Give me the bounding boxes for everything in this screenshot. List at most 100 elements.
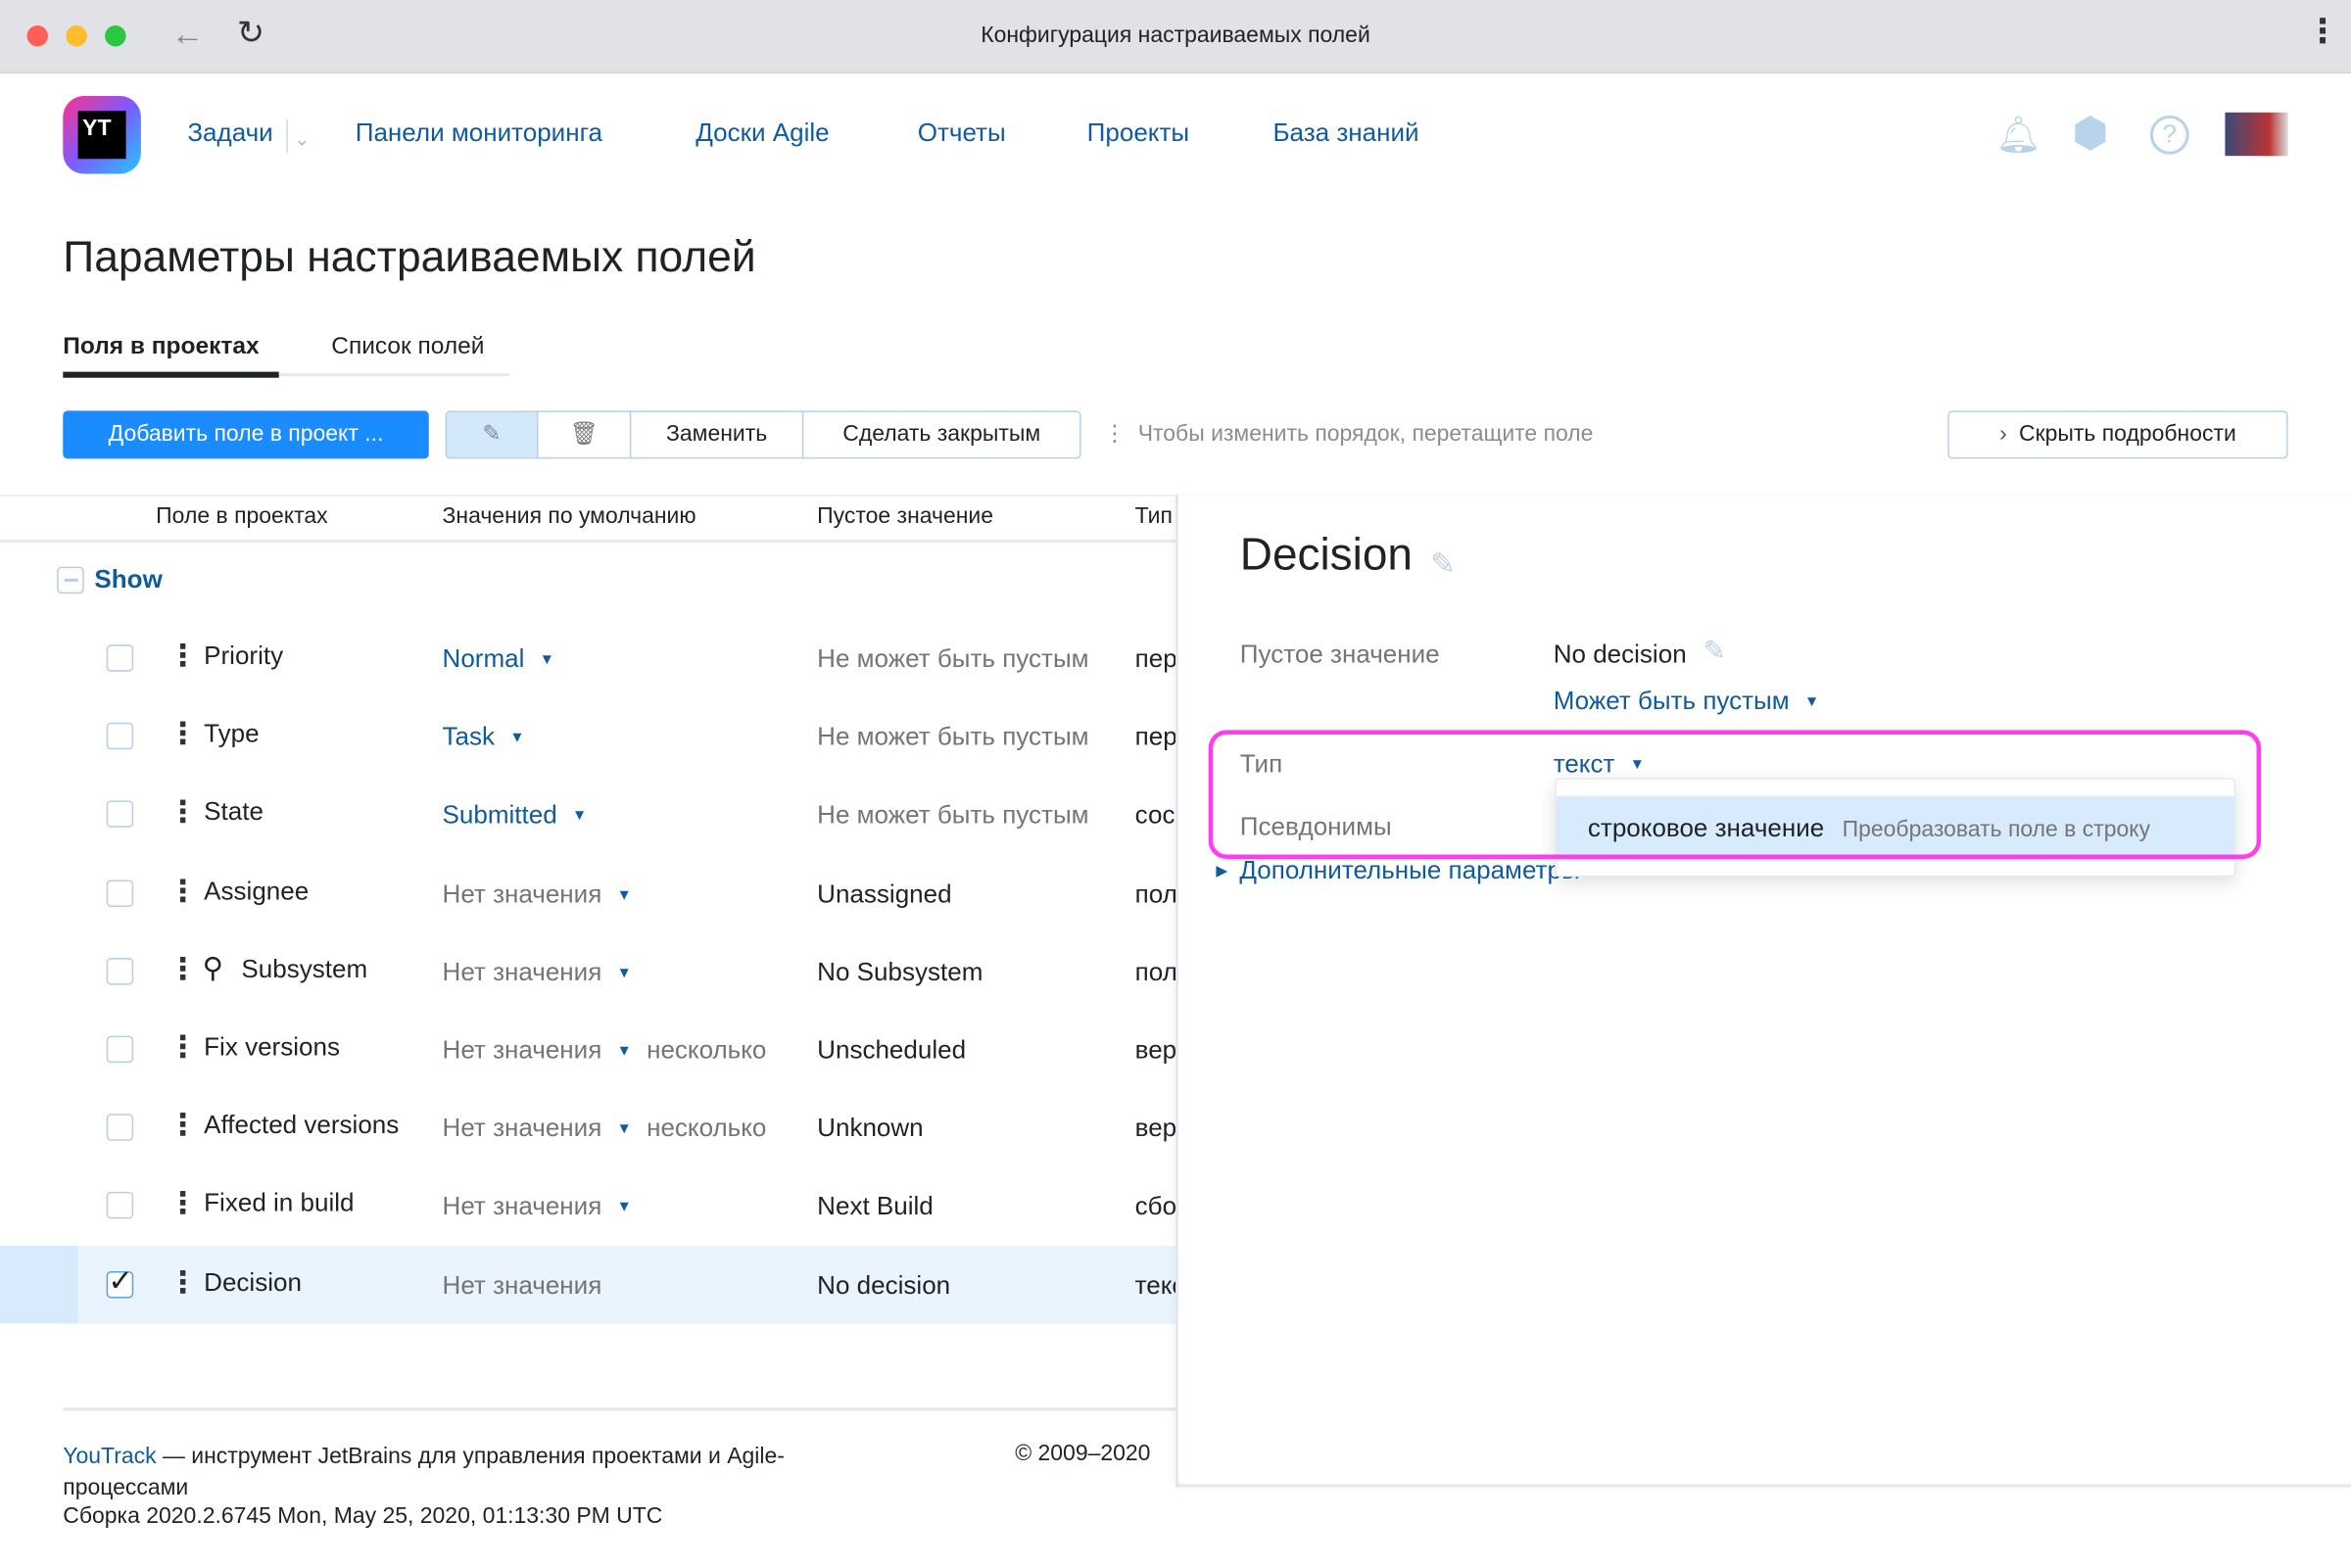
empty-value-label: Пустое значение — [1239, 640, 1440, 669]
youtrack-link[interactable]: YouTrack — [63, 1444, 156, 1469]
drag-handle-icon[interactable]: ⋮ — [168, 798, 198, 829]
nav-knowledge-base[interactable]: База знаний — [1272, 119, 1418, 149]
default-value-dropdown[interactable]: Нет значения ▼ — [443, 879, 632, 910]
add-field-button[interactable]: Добавить поле в проект ... — [63, 410, 429, 459]
field-name[interactable]: Fix versions — [204, 1033, 340, 1064]
default-value-dropdown[interactable]: Нет значения ▼ — [443, 958, 632, 988]
table-row[interactable]: ⋮Priority Normal ▼ Не может быть пустым пере… — [0, 619, 1177, 697]
field-name[interactable]: Priority — [204, 641, 283, 672]
field-type: пользователь — [1134, 957, 1177, 986]
table-row[interactable]: ⋮ Fixed in build Нет значения ▼ Next Build сб… — [0, 1166, 1177, 1245]
col-header-default[interactable]: Значения по умолчанию — [443, 503, 696, 529]
drag-handle-icon[interactable]: ⋮ — [168, 1189, 198, 1219]
multi-value-label: несколько — [647, 1114, 767, 1143]
gear-icon[interactable]: ⬢ — [2072, 108, 2108, 158]
youtrack-logo[interactable]: YT — [63, 95, 141, 174]
help-icon[interactable]: ? — [2149, 115, 2189, 155]
edit-title-pencil-icon[interactable]: ✎ — [1430, 546, 1456, 583]
drag-handle-icon[interactable]: ⋮ — [168, 1267, 198, 1298]
advanced-settings-toggle[interactable]: ▶ Дополнительные параметры — [1216, 856, 1579, 886]
caret-down-icon: ▼ — [616, 886, 632, 904]
col-header-type[interactable]: Тип — [1135, 503, 1177, 529]
hide-details-button[interactable]: › Скрыть подробности — [1947, 410, 2288, 459]
field-type: версия — [1134, 1114, 1177, 1143]
field-name[interactable]: Affected versions — [204, 1111, 399, 1141]
empty-value: Не может быть пустым — [817, 644, 1089, 674]
table-row[interactable]: ⋮ Fix versions Нет значения ▼ несколько Unsch… — [0, 1011, 1177, 1089]
bell-icon[interactable]: 🔔︎ — [1995, 114, 2041, 157]
nav-issues-chevron-icon[interactable]: ⌄ — [286, 119, 311, 154]
tab-project-fields[interactable]: Поля в проектах — [63, 334, 259, 361]
caret-down-icon: ▼ — [539, 651, 554, 669]
drag-handle-icon[interactable]: ⋮ — [168, 877, 198, 907]
row-checkbox[interactable] — [106, 723, 134, 750]
table-row[interactable]: ⋮⚲ Subsystem Нет значения ▼ No Subsystem поль… — [0, 932, 1177, 1011]
nav-dashboards[interactable]: Панели мониторинга — [356, 119, 602, 149]
drag-handle-icon[interactable]: ⋮ — [168, 641, 198, 672]
row-checkbox[interactable] — [106, 1114, 134, 1142]
edit-button[interactable]: ✎ — [445, 410, 539, 459]
field-name[interactable]: State — [204, 798, 264, 829]
row-checkbox[interactable] — [106, 879, 134, 907]
copyright: © 2009–2020 — [1015, 1440, 1151, 1466]
row-checkbox[interactable] — [106, 957, 134, 985]
field-name[interactable]: Type — [204, 720, 259, 750]
nav-reports[interactable]: Отчеты — [918, 119, 1006, 149]
default-value-dropdown[interactable]: Нет значения ▼ — [443, 1192, 632, 1222]
drag-handle-icon[interactable]: ⋮ — [168, 1111, 198, 1141]
row-checkbox[interactable]: ✓ — [106, 1266, 134, 1298]
field-name[interactable]: Subsystem — [241, 955, 367, 985]
tab-field-list[interactable]: Список полей — [331, 334, 484, 361]
group-label[interactable]: Show — [94, 565, 162, 595]
can-be-empty-label: Может быть пустым — [1553, 687, 1790, 716]
nav-projects[interactable]: Проекты — [1087, 119, 1189, 149]
default-value-dropdown[interactable]: Normal ▼ — [443, 644, 554, 675]
drag-handle-icon[interactable]: ⋮ — [168, 1033, 198, 1064]
replace-button[interactable]: Заменить — [629, 410, 804, 459]
make-private-button[interactable]: Сделать закрытым — [801, 410, 1081, 459]
empty-value: No decision — [1553, 640, 1687, 669]
field-details-panel: Decision ✎ Пустое значение No decision ✎… — [1175, 495, 2351, 1488]
default-value-dropdown[interactable]: Submitted ▼ — [443, 801, 588, 832]
default-value: Нет значения — [442, 1035, 602, 1065]
row-checkbox[interactable] — [106, 1035, 134, 1064]
nav-issues[interactable]: Задачи — [187, 119, 272, 149]
empty-value: Next Build — [817, 1192, 934, 1221]
avatar[interactable] — [2225, 112, 2288, 157]
drag-handle-icon[interactable]: ⋮ — [168, 955, 198, 985]
table-row[interactable]: ⋮State Submitted ▼ Не может быть пустым сост… — [0, 776, 1177, 854]
table-row[interactable]: ✓ ⋮Decision Нет значения No decision текст — [0, 1245, 1177, 1323]
caret-right-icon: ▶ — [1216, 863, 1228, 880]
col-header-field[interactable]: Поле в проектах — [156, 503, 327, 529]
drag-hint-text: Чтобы изменить порядок, перетащите поле — [1137, 421, 1594, 448]
default-value-dropdown[interactable]: Task ▼ — [443, 723, 525, 753]
row-checkbox[interactable] — [106, 1192, 134, 1219]
empty-value: Не может быть пустым — [817, 800, 1089, 831]
col-header-empty[interactable]: Пустое значение — [817, 503, 993, 529]
row-checkbox[interactable] — [106, 644, 134, 672]
table-row[interactable]: ⋮ Affected versions Нет значения ▼ несколько… — [0, 1089, 1177, 1167]
nav-agile-boards[interactable]: Доски Agile — [696, 119, 829, 149]
row-checkbox[interactable] — [106, 800, 134, 829]
field-name[interactable]: Decision — [204, 1267, 302, 1298]
field-name[interactable]: Assignee — [204, 877, 309, 907]
pencil-icon: ✎ — [482, 421, 502, 448]
default-value: Submitted — [442, 800, 557, 831]
browser-menu-icon[interactable]: ⋮ — [2306, 15, 2339, 48]
hide-details-label: Скрыть подробности — [2019, 421, 2236, 448]
default-value: Normal — [442, 644, 525, 674]
caret-down-icon: ▼ — [616, 965, 632, 982]
table-row[interactable]: ⋮Type Task ▼ Не может быть пустым перечислен… — [0, 697, 1177, 776]
default-value: Нет значения — [442, 879, 602, 908]
can-be-empty-dropdown[interactable]: Может быть пустым ▼ — [1554, 687, 1819, 717]
group-collapse-checkbox[interactable] — [57, 566, 84, 594]
default-value-dropdown[interactable]: Нет значения ▼ несколько — [443, 1115, 767, 1145]
caret-down-icon: ▼ — [616, 1200, 632, 1216]
default-value: Нет значения — [442, 1192, 602, 1221]
delete-button[interactable]: 🗑︎ — [536, 410, 632, 459]
table-row[interactable]: ⋮Assignee Нет значения ▼ Unassigned пользова… — [0, 854, 1177, 932]
edit-empty-pencil-icon[interactable]: ✎ — [1703, 636, 1726, 667]
field-name[interactable]: Fixed in build — [204, 1189, 354, 1219]
drag-handle-icon[interactable]: ⋮ — [168, 720, 198, 750]
default-value-dropdown[interactable]: Нет значения ▼ несколько — [443, 1036, 767, 1067]
